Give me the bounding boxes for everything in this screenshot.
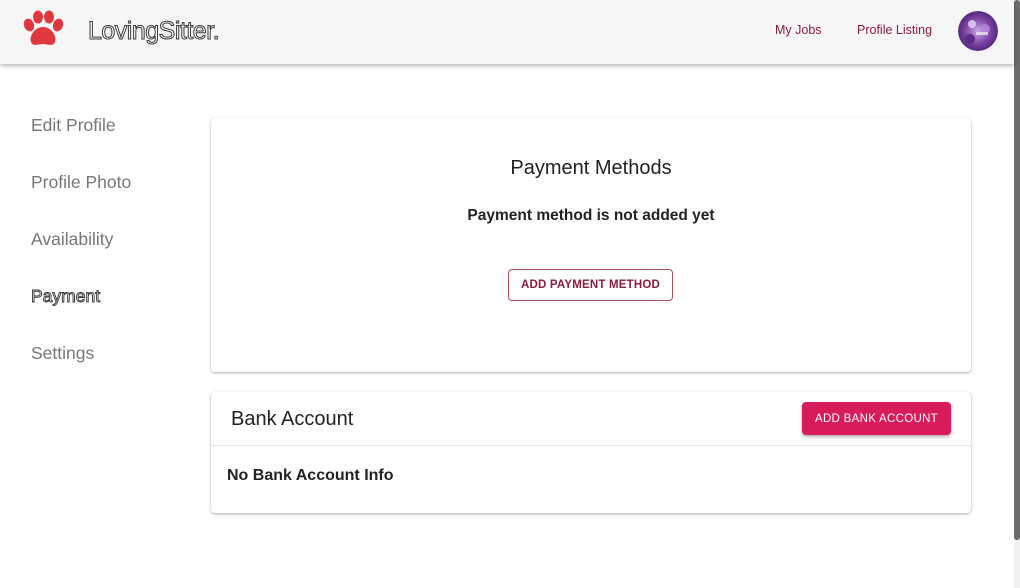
sidebar-item-payment[interactable]: Payment — [31, 286, 101, 307]
bank-account-empty-text: No Bank Account Info — [227, 467, 394, 484]
sidebar-item-settings[interactable]: Settings — [31, 343, 94, 364]
add-payment-method-button[interactable]: ADD PAYMENT METHOD — [508, 269, 673, 301]
bank-account-card: Bank Account ADD BANK ACCOUNT No Bank Ac… — [211, 392, 971, 513]
sidebar-item-profile-photo[interactable]: Profile Photo — [31, 172, 131, 193]
payment-methods-title: Payment Methods — [510, 157, 672, 179]
add-bank-account-button[interactable]: ADD BANK ACCOUNT — [802, 402, 951, 435]
avatar[interactable] — [958, 11, 998, 51]
nav-profile-listing[interactable]: Profile Listing — [857, 23, 932, 37]
sidebar-item-edit-profile[interactable]: Edit Profile — [31, 115, 116, 136]
bank-account-title: Bank Account — [231, 408, 354, 430]
user-avatar-icon — [958, 11, 998, 51]
payment-methods-card: Payment Methods Payment method is not ad… — [211, 118, 971, 372]
sidebar-item-availability[interactable]: Availability — [31, 229, 113, 250]
payment-methods-empty-text: Payment method is not added yet — [467, 207, 715, 224]
paw-icon[interactable] — [20, 10, 66, 50]
brand-name[interactable]: LovingSitter. — [87, 17, 220, 46]
app-bar: LovingSitter. My Jobs Profile Listing — [0, 0, 1014, 64]
nav-my-jobs[interactable]: My Jobs — [775, 23, 822, 37]
divider — [211, 445, 971, 446]
scrollbar-thumb[interactable] — [1014, 0, 1020, 540]
